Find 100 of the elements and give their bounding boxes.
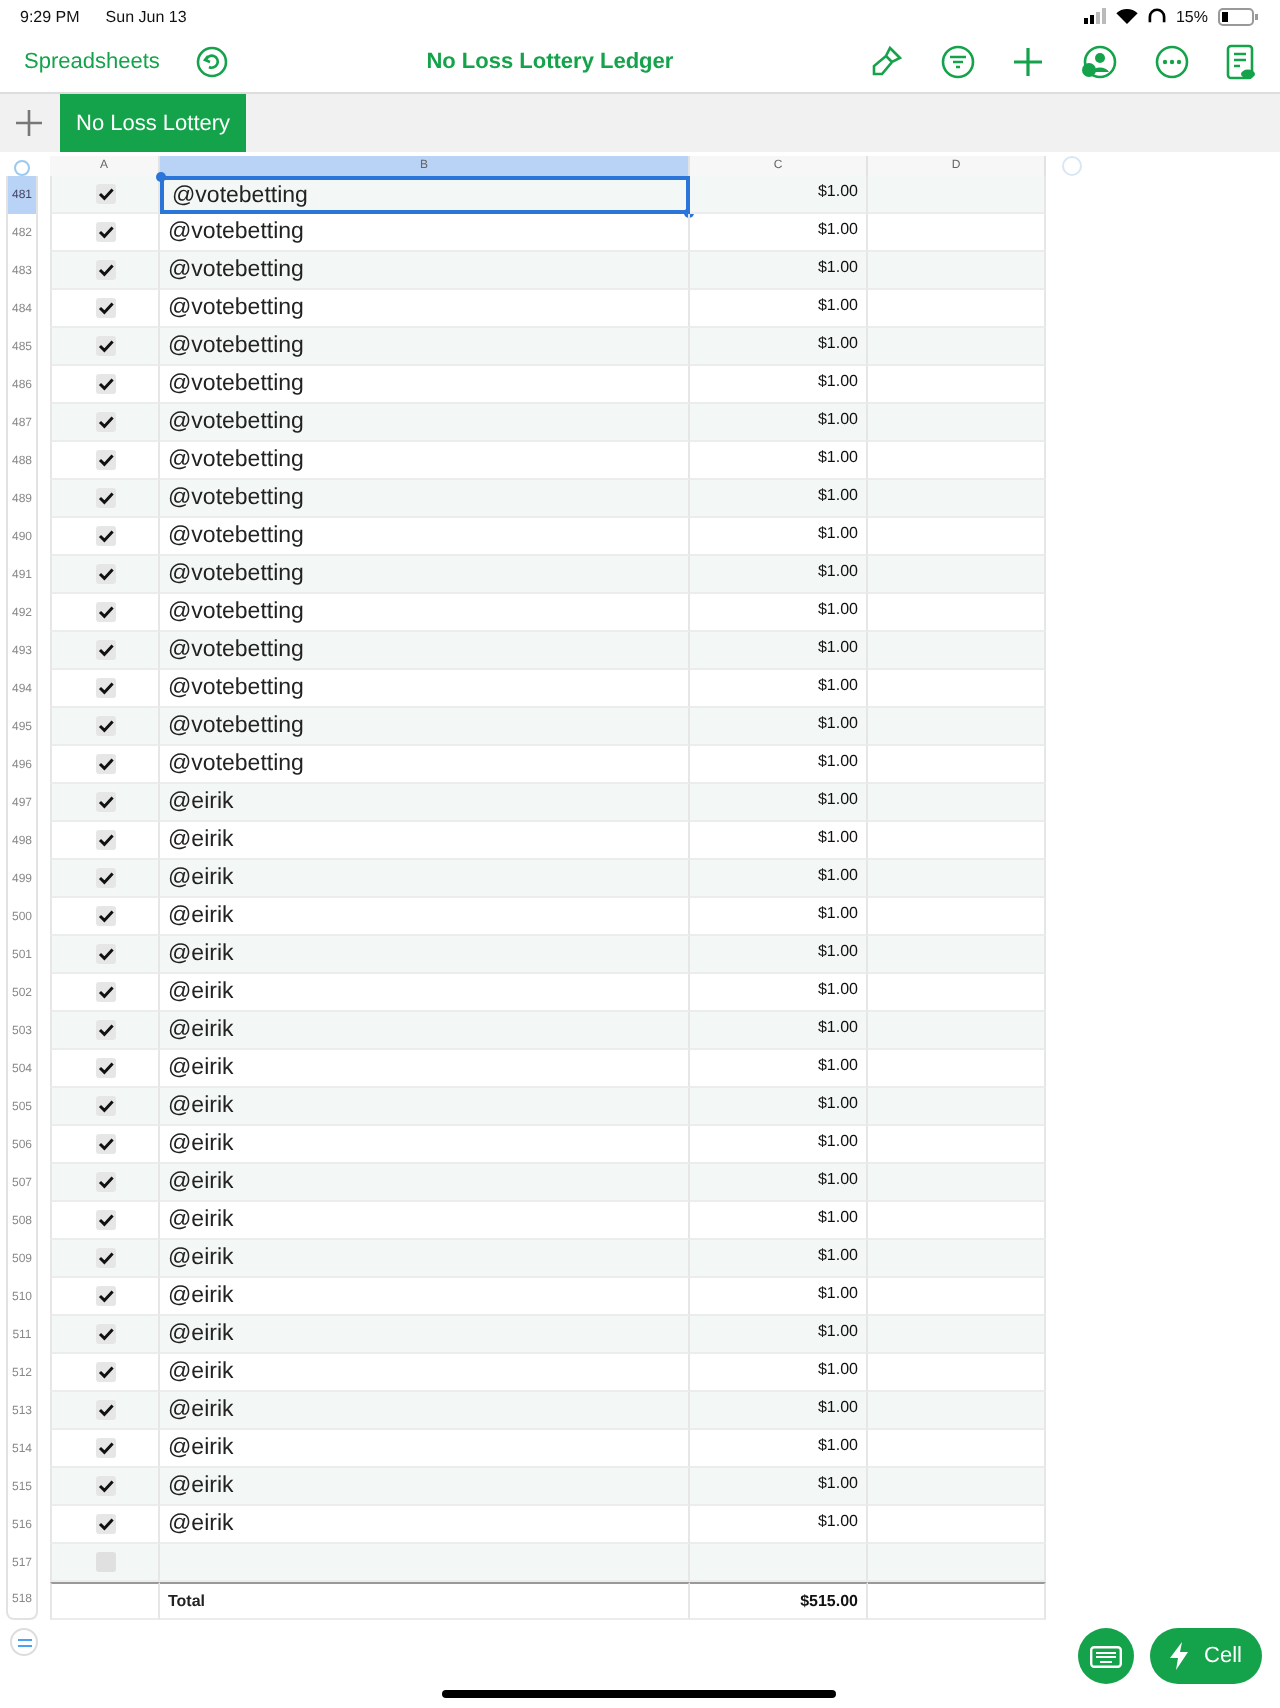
checkbox[interactable] [95, 564, 115, 584]
checkbox[interactable] [95, 336, 115, 356]
checkbox[interactable] [95, 260, 115, 280]
checkbox[interactable] [95, 640, 115, 660]
table-cell[interactable]: @eirik [160, 860, 690, 898]
checkbox[interactable] [95, 222, 115, 242]
table-cell[interactable]: @votebetting [160, 328, 690, 366]
table-cell[interactable]: @eirik [160, 1088, 690, 1126]
checkbox[interactable] [95, 1514, 115, 1534]
table-cell: $1.00 [690, 936, 868, 974]
table-cell[interactable]: @eirik [160, 1468, 690, 1506]
keyboard-icon [1090, 1645, 1122, 1667]
table-cell: $1.00 [690, 556, 868, 594]
collaborate-icon[interactable] [1080, 44, 1118, 80]
table-cell: $1.00 [690, 480, 868, 518]
sheet-tab[interactable]: No Loss Lottery [60, 94, 247, 152]
table-cell: $1.00 [690, 860, 868, 898]
cell-button[interactable]: Cell [1150, 1628, 1262, 1684]
table-cell: $1.00 [690, 404, 868, 442]
checkbox[interactable] [95, 1210, 115, 1230]
checkbox[interactable] [95, 1286, 115, 1306]
checkbox[interactable] [95, 298, 115, 318]
table-cell: $1.00 [690, 1164, 868, 1202]
status-time: 9:29 PM [20, 7, 80, 25]
checkbox[interactable] [95, 1058, 115, 1078]
more-icon[interactable] [1154, 44, 1190, 80]
checkbox[interactable] [95, 1020, 115, 1040]
lightning-icon [1170, 1642, 1189, 1670]
checkbox[interactable] [95, 526, 115, 546]
checkbox[interactable] [95, 982, 115, 1002]
total-value: $515.00 [690, 1582, 868, 1620]
battery-icon [1218, 7, 1258, 25]
checkbox[interactable] [95, 754, 115, 774]
document-view-icon[interactable] [1226, 43, 1256, 81]
checkbox[interactable] [95, 1362, 115, 1382]
checkbox[interactable] [95, 1400, 115, 1420]
table-cell[interactable]: @eirik [160, 784, 690, 822]
table-cell[interactable]: @votebetting [160, 708, 690, 746]
total-label: Total [160, 1582, 690, 1620]
checkbox[interactable] [95, 1248, 115, 1268]
status-date: Sun Jun 13 [105, 7, 187, 25]
table-cell: $1.00 [690, 1240, 868, 1278]
checkbox[interactable] [95, 374, 115, 394]
checkbox[interactable] [95, 1476, 115, 1496]
table-cell: $1.00 [690, 252, 868, 290]
table-cell[interactable]: @votebetting [160, 404, 690, 442]
checkbox[interactable] [95, 602, 115, 622]
table-cell[interactable]: @eirik [160, 1392, 690, 1430]
battery-percent: 15% [1175, 7, 1208, 25]
table-cell: $1.00 [690, 1012, 868, 1050]
checkbox[interactable] [95, 716, 115, 736]
keyboard-button[interactable] [1078, 1628, 1134, 1684]
selected-cell[interactable]: @votebetting [160, 176, 690, 214]
signal-icon [1083, 8, 1106, 24]
undo-icon[interactable] [195, 46, 228, 78]
table-cell[interactable]: @eirik [160, 1012, 690, 1050]
checkbox[interactable] [95, 906, 115, 926]
table-cell[interactable]: @eirik [160, 936, 690, 974]
checkbox[interactable] [95, 488, 115, 508]
checkbox[interactable] [95, 184, 115, 204]
table-cell[interactable]: @votebetting [160, 556, 690, 594]
table-cell[interactable]: @votebetting [160, 480, 690, 518]
filter-icon[interactable] [940, 44, 976, 80]
wifi-icon [1115, 8, 1138, 24]
table-cell: $1.00 [690, 1088, 868, 1126]
table-cell[interactable]: @votebetting [160, 252, 690, 290]
column-resize-handle[interactable] [1062, 156, 1082, 176]
table-cell: $1.00 [690, 176, 868, 214]
selection-handle[interactable] [156, 172, 166, 182]
checkbox[interactable] [95, 412, 115, 432]
checkbox[interactable] [95, 1438, 115, 1458]
table-cell: $1.00 [690, 632, 868, 670]
checkbox[interactable] [95, 944, 115, 964]
table-cell: $1.00 [690, 784, 868, 822]
checkbox[interactable] [95, 830, 115, 850]
table-cell[interactable] [160, 1544, 690, 1582]
paintbrush-icon[interactable] [868, 44, 904, 80]
table-cell: $1.00 [690, 1468, 868, 1506]
checkbox[interactable] [95, 678, 115, 698]
table-cell: $1.00 [690, 328, 868, 366]
checkbox[interactable] [95, 450, 115, 470]
checkbox[interactable] [95, 1324, 115, 1344]
document-title: No Loss Lottery Ledger [424, 50, 676, 74]
table-cell: $1.00 [690, 708, 868, 746]
table-cell[interactable]: @eirik [160, 1164, 690, 1202]
table-cell: $1.00 [690, 1316, 868, 1354]
table-cell[interactable]: @eirik [160, 1240, 690, 1278]
checkbox[interactable] [95, 792, 115, 812]
checkbox[interactable] [95, 1096, 115, 1116]
add-icon[interactable] [1012, 46, 1044, 78]
back-button[interactable]: Spreadsheets [24, 50, 160, 74]
checkbox[interactable] [95, 1172, 115, 1192]
table-cell: $1.00 [690, 1392, 868, 1430]
table-cell[interactable]: @votebetting [160, 632, 690, 670]
add-sheet-icon[interactable] [16, 110, 42, 136]
headphones-icon [1147, 8, 1166, 24]
checkbox[interactable] [95, 868, 115, 888]
table-cell[interactable]: @eirik [160, 1316, 690, 1354]
add-row-handle[interactable] [10, 1628, 38, 1656]
checkbox[interactable] [95, 1134, 115, 1154]
